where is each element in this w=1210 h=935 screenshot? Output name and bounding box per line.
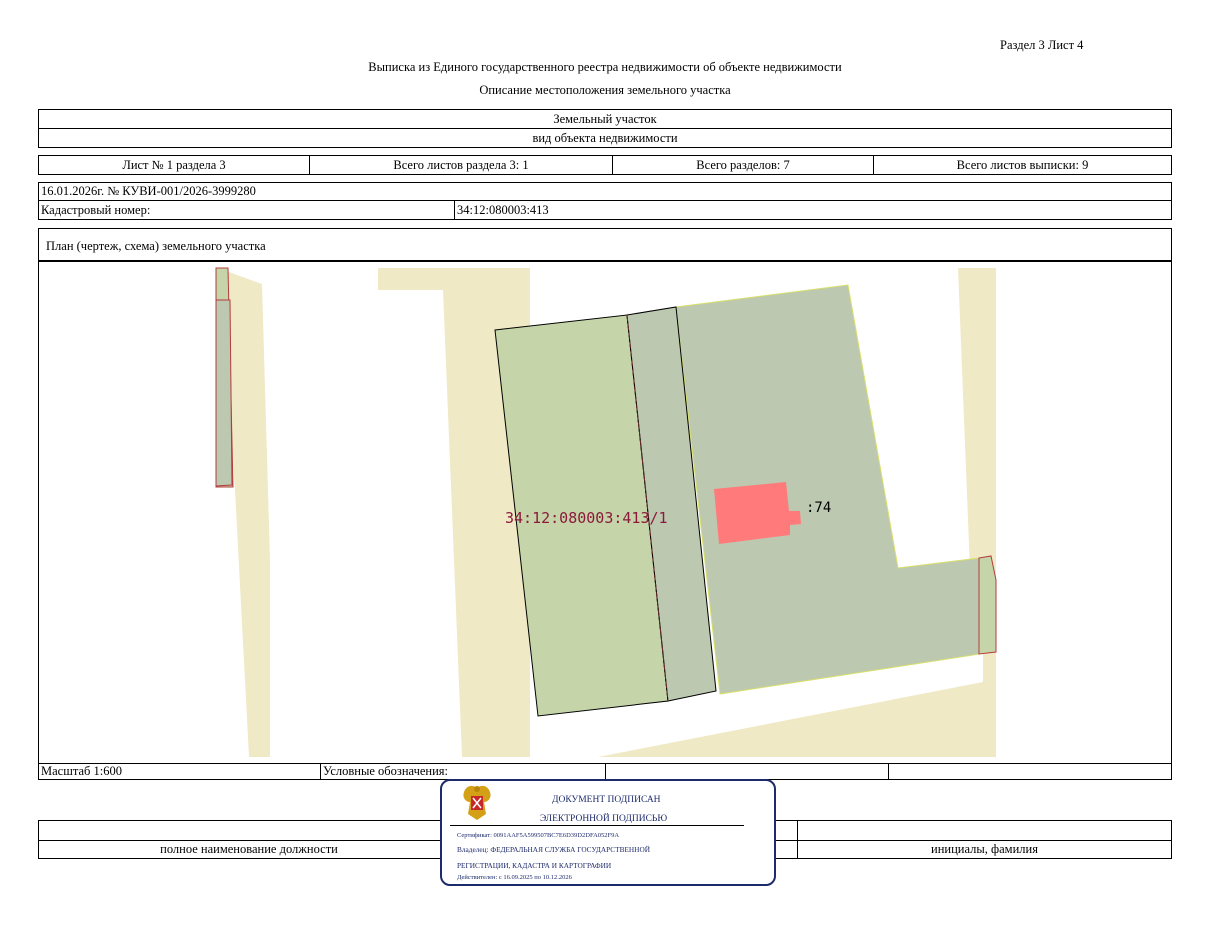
- object-type-table: Земельный участок вид объекта недвижимос…: [38, 109, 1172, 148]
- object-kind-label: вид объекта недвижимости: [532, 130, 678, 145]
- document-subtitle: Описание местоположения земельного участ…: [479, 83, 731, 97]
- building-label: :74: [806, 500, 831, 516]
- stamp-valid: Действителен: с 16.09.2025 по 10.12.2026: [457, 874, 572, 881]
- total-sheets: Всего листов выписки: 9: [956, 157, 1089, 172]
- scale-label: Масштаб 1:600: [41, 764, 122, 778]
- stamp-owner-line2: РЕГИСТРАЦИИ, КАДАСТРА И КАРТОГРАФИИ: [457, 861, 612, 870]
- parcel-left-strip-gray: [215, 299, 233, 487]
- total-sheets-section: Всего листов раздела 3: 1: [393, 157, 529, 172]
- stamp-certificate: Сертификат: 0091AAF5A599507BC7E6D39D2DFA…: [457, 832, 620, 839]
- total-sections: Всего разделов: 7: [696, 157, 790, 172]
- object-name: Земельный участок: [553, 111, 657, 126]
- stamp-owner-line1: Владелец: ФЕДЕРАЛЬНАЯ СЛУЖБА ГОСУДАРСТВЕ…: [457, 845, 650, 854]
- parcel-label: 34:12:080003:413/1: [505, 509, 668, 527]
- stamp-line2: ЭЛЕКТРОННОЙ ПОДПИСЬЮ: [540, 814, 668, 824]
- parcel-right-strip: [978, 555, 997, 655]
- sheets-info-row: Лист № 1 раздела 3 Всего листов раздела …: [38, 155, 1172, 175]
- document-title: Выписка из Единого государственного реес…: [368, 60, 842, 74]
- electronic-signature-stamp: ДОКУМЕНТ ПОДПИСАН ЭЛЕКТРОННОЙ ПОДПИСЬЮ С…: [440, 779, 776, 886]
- position-label: полное наименование должности: [160, 842, 338, 856]
- coat-of-arms-icon: [463, 785, 491, 820]
- document-info-table: 16.01.2026г. № КУВИ-001/2026-3999280 Кад…: [38, 182, 1172, 220]
- land-plot-map: 34:12:080003:413/1 :74: [215, 267, 997, 757]
- plan-title: План (чертеж, схема) земельного участка: [46, 239, 266, 253]
- cadastral-number-label: Кадастровый номер:: [41, 202, 151, 217]
- legend-label: Условные обозначения:: [323, 764, 449, 778]
- extract-date-number: 16.01.2026г. № КУВИ-001/2026-3999280: [41, 184, 256, 198]
- cadastral-number-value: 34:12:080003:413: [457, 202, 549, 217]
- section-sheet-label: Раздел 3 Лист 4: [1000, 38, 1084, 52]
- initials-label: инициалы, фамилия: [931, 842, 1038, 856]
- stamp-line1: ДОКУМЕНТ ПОДПИСАН: [552, 795, 661, 805]
- sheet-number: Лист № 1 раздела 3: [122, 157, 226, 172]
